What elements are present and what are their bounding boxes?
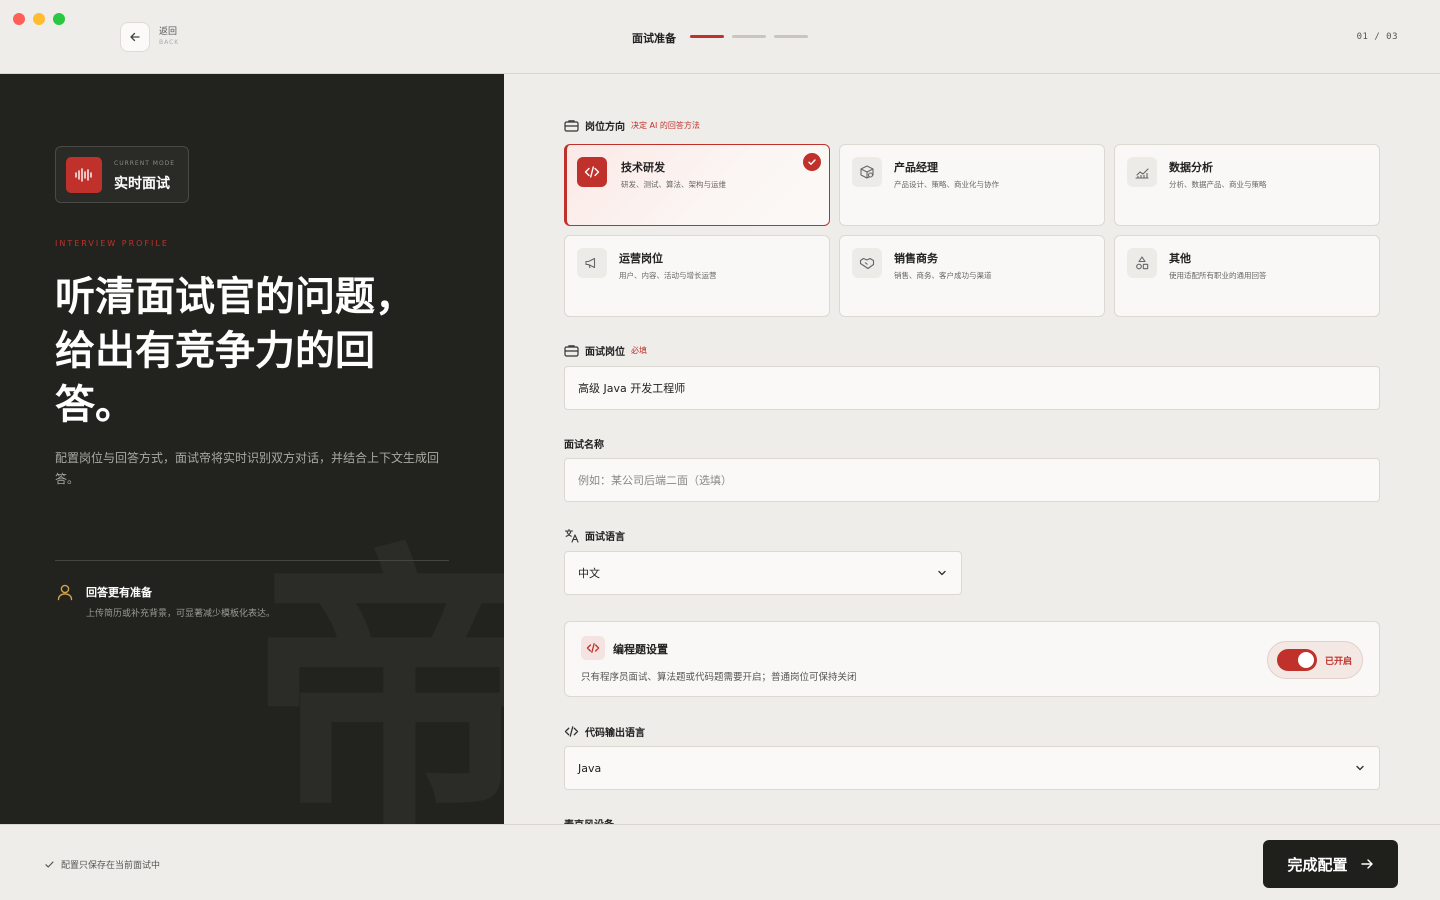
toggle-label: 已开启 xyxy=(1325,656,1353,667)
direction-card-sales[interactable]: 销售商务 销售、商务、客户成功与渠道 xyxy=(839,235,1105,317)
toggle-knob xyxy=(1298,652,1314,668)
toggle-switch[interactable] xyxy=(1277,649,1317,671)
position-label: 面试岗位 必填 xyxy=(564,343,647,358)
interview-name-input[interactable]: 例如：某公司后端二面（选填） xyxy=(564,458,1380,502)
back-button[interactable] xyxy=(120,22,150,52)
chevron-down-icon xyxy=(1356,765,1364,771)
code-icon xyxy=(564,726,579,737)
handshake-icon xyxy=(852,248,882,278)
direction-label: 岗位方向 决定 AI 的回答方法 xyxy=(564,118,700,133)
window-zoom-button[interactable] xyxy=(53,13,65,25)
arrow-right-icon xyxy=(1360,859,1373,869)
box-search-icon xyxy=(852,157,882,187)
step-indicator-2 xyxy=(732,35,766,38)
current-mode-card: CURRENT MODE 实时面试 xyxy=(55,146,189,203)
title-bar: 返回 BACK 面试准备 01 / 03 xyxy=(0,0,1440,74)
chevron-down-icon xyxy=(938,570,946,576)
code-icon xyxy=(581,636,605,660)
bottom-bar: 配置只保存在当前面试中 完成配置 xyxy=(0,824,1440,900)
mic-device-label: 麦克风设备 xyxy=(564,816,614,824)
translate-icon xyxy=(564,528,579,543)
coding-settings-card: 编程题设置 只有程序员面试、算法题或代码题需要开启；普通岗位可保持关闭 已开启 xyxy=(564,621,1380,697)
briefcase-icon xyxy=(564,345,579,357)
step-title: 面试准备 xyxy=(632,32,676,45)
interview-name-label: 面试名称 xyxy=(564,440,604,451)
shapes-icon xyxy=(1127,248,1157,278)
direction-card-operations[interactable]: 运营岗位 用户、内容、活动与增长运营 xyxy=(564,235,830,317)
feature-description: 上传简历或补充背景，可显著减少模板化表达。 xyxy=(86,609,276,619)
direction-card-product[interactable]: 产品经理 产品设计、策略、商业化与协作 xyxy=(839,144,1105,226)
direction-hint: 决定 AI 的回答方法 xyxy=(631,121,700,130)
code-language-select[interactable]: Java xyxy=(564,746,1380,790)
user-icon xyxy=(57,584,73,601)
config-form: 岗位方向 决定 AI 的回答方法 技术研发 研发、测试、算法、架构与运维 产品经… xyxy=(504,74,1440,824)
language-label: 面试语言 xyxy=(564,528,625,543)
briefcase-icon xyxy=(564,120,579,132)
window-minimize-button[interactable] xyxy=(33,13,45,25)
back-label[interactable]: 返回 BACK xyxy=(159,28,179,46)
feature-title: 回答更有准备 xyxy=(86,586,152,599)
coding-description: 只有程序员面试、算法题或代码题需要开启；普通岗位可保持关闭 xyxy=(581,672,857,683)
check-icon xyxy=(803,153,821,171)
required-badge: 必填 xyxy=(631,346,647,355)
step-indicator-1 xyxy=(690,35,724,38)
coding-title: 编程题设置 xyxy=(613,643,668,656)
profile-label: INTERVIEW PROFILE xyxy=(55,239,169,248)
finish-config-button[interactable]: 完成配置 xyxy=(1263,840,1398,888)
direction-card-data[interactable]: 数据分析 分析、数据产品、商业与策略 xyxy=(1114,144,1380,226)
intro-description: 配置岗位与回答方式，面试帝将实时识别双方对话，并结合上下文生成回答。 xyxy=(55,451,440,486)
mode-name: 实时面试 xyxy=(114,176,170,192)
code-language-label: 代码输出语言 xyxy=(564,724,645,739)
check-icon xyxy=(45,861,54,868)
window-close-button[interactable] xyxy=(13,13,25,25)
mode-sub-label: CURRENT MODE xyxy=(114,160,176,167)
position-input[interactable]: 高级 Java 开发工程师 xyxy=(564,366,1380,410)
step-counter: 01 / 03 xyxy=(1356,32,1398,42)
save-note: 配置只保存在当前面试中 xyxy=(44,858,160,871)
intro-panel: 帝 CURRENT MODE 实时面试 INTERVIEW PROFILE 听清… xyxy=(0,74,504,824)
coding-toggle[interactable]: 已开启 xyxy=(1267,641,1363,679)
chart-icon xyxy=(1127,157,1157,187)
waveform-icon xyxy=(66,157,102,193)
divider xyxy=(55,560,449,561)
headline: 听清面试官的问题，给出有竞争力的回答。 xyxy=(55,273,415,428)
watermark-glyph: 帝 xyxy=(250,517,504,825)
direction-card-tech[interactable]: 技术研发 研发、测试、算法、架构与运维 xyxy=(564,144,830,226)
code-icon xyxy=(577,157,607,187)
arrow-left-icon xyxy=(130,32,140,42)
step-indicator-3 xyxy=(774,35,808,38)
language-select[interactable]: 中文 xyxy=(564,551,962,595)
direction-card-other[interactable]: 其他 使用适配所有职业的通用回答 xyxy=(1114,235,1380,317)
megaphone-icon xyxy=(577,248,607,278)
